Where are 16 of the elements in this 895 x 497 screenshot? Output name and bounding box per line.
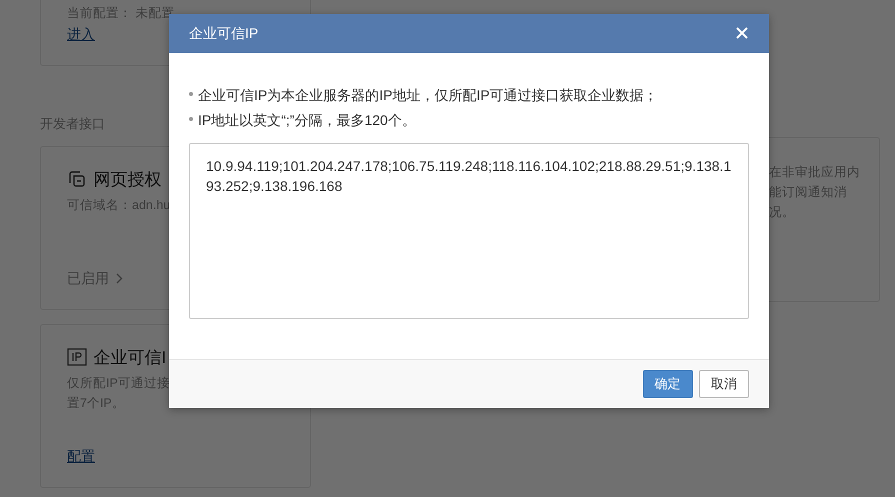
bullet-icon bbox=[189, 116, 193, 121]
note-text: 企业可信IP为本企业服务器的IP地址，仅所配IP可通过接口获取企业数据； bbox=[198, 86, 658, 105]
ip-list-field[interactable]: 10.9.94.119;101.204.247.178;106.75.119.248;118.116.104.102;218.88.29.51;9.138.193.252;9.138.196.168 bbox=[189, 142, 749, 319]
confirm-button[interactable]: 确定 bbox=[642, 370, 692, 398]
note-text: IP地址以英文“;”分隔，最多120个。 bbox=[198, 110, 416, 130]
link[interactable]: 配置 bbox=[67, 446, 95, 466]
close-icon[interactable] bbox=[735, 26, 749, 40]
ip-icon bbox=[67, 348, 87, 366]
card-title: 网页授权 bbox=[94, 168, 162, 190]
chevron-right-icon[interactable] bbox=[116, 272, 122, 284]
dialog-title: 企业可信IP bbox=[189, 24, 258, 43]
bullet-icon bbox=[189, 92, 193, 96]
copy-icon bbox=[67, 169, 87, 190]
link[interactable]: 进入 bbox=[67, 24, 95, 45]
cancel-button[interactable]: 取消 bbox=[699, 370, 749, 398]
card-title: 企业可信I bbox=[94, 346, 166, 368]
